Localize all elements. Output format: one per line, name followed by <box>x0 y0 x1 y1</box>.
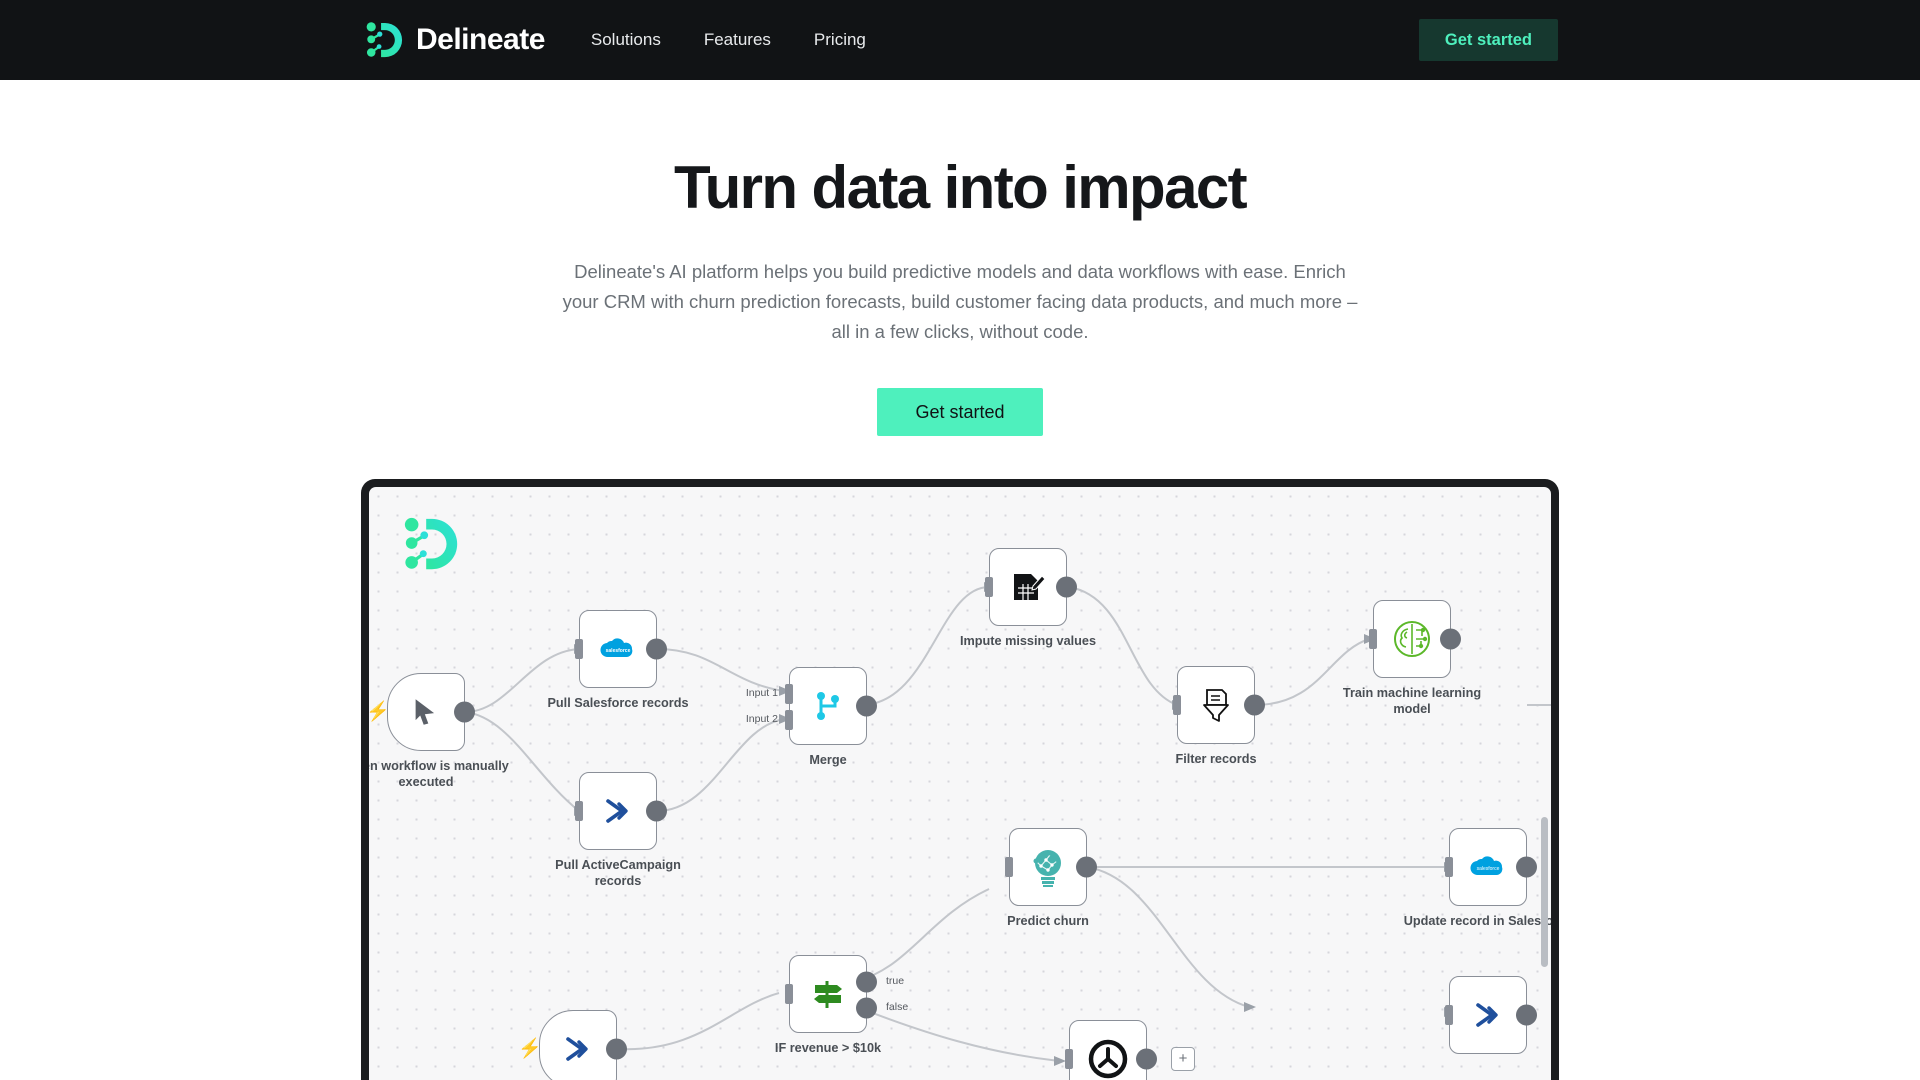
site-header: Delineate Solutions Features Pricing Get… <box>0 0 1920 80</box>
add-node-button[interactable]: + <box>1171 1047 1195 1071</box>
canvas-scrollbar[interactable] <box>1541 817 1548 967</box>
output-false-label: false <box>886 1001 909 1013</box>
node-pull-activecampaign[interactable]: Pull ActiveCampaign records <box>555 772 681 888</box>
node-input-port[interactable] <box>1005 857 1013 877</box>
header-get-started-button[interactable]: Get started <box>1418 19 1558 61</box>
node-send-activecampaign[interactable] <box>1445 976 1537 1054</box>
nav-item-pricing[interactable]: Pricing <box>814 30 866 50</box>
node-pull-salesforce[interactable]: salesforce Pull Salesforce records <box>547 610 689 710</box>
salesforce-cloud-icon: salesforce <box>1468 853 1508 881</box>
node-input-port[interactable] <box>985 577 993 597</box>
node-merge[interactable]: Input 1 Input 2 Merge <box>746 667 877 767</box>
node-train-ml-model[interactable]: Train machine learning model <box>1343 600 1481 716</box>
input-1-label: Input 1 <box>745 687 778 699</box>
hero-section: Turn data into impact Delineate's AI pla… <box>0 80 1920 437</box>
node-output-port[interactable] <box>1516 1004 1537 1026</box>
lightbulb-network-icon <box>1029 846 1067 888</box>
svg-text:salesforce: salesforce <box>1477 866 1500 872</box>
nav-item-solutions[interactable]: Solutions <box>591 30 661 50</box>
nav-item-features[interactable]: Features <box>704 30 771 50</box>
hero-get-started-button[interactable]: Get started <box>877 388 1043 437</box>
lightning-bolt-icon: ⚡ <box>369 701 390 723</box>
activecampaign-icon <box>602 797 634 825</box>
node-input-port[interactable] <box>575 639 583 659</box>
node-output-port-false[interactable] <box>856 997 877 1019</box>
output-true-label: true <box>886 975 905 987</box>
node-input-port[interactable] <box>785 984 793 1004</box>
node-output-port-true[interactable] <box>856 971 877 993</box>
node-output-port[interactable] <box>1244 694 1265 716</box>
workflow-connectors <box>464 582 1551 1066</box>
node-predict-churn[interactable]: Predict churn <box>1005 828 1097 928</box>
node-output-port[interactable] <box>1516 856 1537 878</box>
node-trigger-manual[interactable]: ⚡ When workflow is manually executed <box>369 673 509 789</box>
node-output-port[interactable] <box>606 1038 627 1060</box>
node-output-port[interactable] <box>646 800 667 822</box>
node-filter-records[interactable]: Filter records <box>1173 666 1265 766</box>
workflow-canvas[interactable]: ⚡ When workflow is manually executed sal… <box>369 487 1551 1080</box>
node-input-port[interactable] <box>1173 695 1181 715</box>
funnel-filter-icon <box>1199 687 1233 723</box>
node-input-port[interactable] <box>575 801 583 821</box>
merge-branch-icon <box>813 690 843 722</box>
node-wait-clock[interactable] <box>1065 1020 1157 1080</box>
node-input-port[interactable] <box>1065 1049 1073 1069</box>
node-input-port[interactable] <box>1369 629 1377 649</box>
node-input-port-2[interactable] <box>785 710 793 730</box>
salesforce-cloud-icon: salesforce <box>598 635 638 663</box>
spreadsheet-pencil-icon <box>1010 570 1046 604</box>
node-update-salesforce[interactable]: salesforce Update record in Salesforce <box>1404 828 1551 928</box>
node-trigger-activecampaign[interactable]: ⚡ <box>518 1010 627 1080</box>
brand-logo[interactable]: Delineate <box>364 19 545 61</box>
node-input-port[interactable] <box>1445 1005 1453 1025</box>
input-2-label: Input 2 <box>745 713 778 725</box>
node-input-port[interactable] <box>1445 857 1453 877</box>
node-output-port[interactable] <box>1056 576 1077 598</box>
main-navigation: Solutions Features Pricing <box>591 30 866 50</box>
svg-text:salesforce: salesforce <box>606 648 631 654</box>
workflow-frame: ⚡ When workflow is manually executed sal… <box>361 479 1559 1080</box>
clock-icon <box>1086 1037 1130 1080</box>
brain-circuit-icon <box>1391 618 1433 660</box>
lightning-bolt-icon: ⚡ <box>518 1038 542 1060</box>
node-impute-missing-values[interactable]: Impute missing values <box>960 548 1096 648</box>
activecampaign-icon <box>1472 1001 1504 1029</box>
page-title: Turn data into impact <box>674 154 1248 221</box>
activecampaign-icon <box>562 1035 594 1063</box>
node-output-port[interactable] <box>1440 628 1461 650</box>
node-output-port[interactable] <box>1076 856 1097 878</box>
cursor-pointer-icon <box>412 697 440 727</box>
signpost-icon <box>810 977 846 1011</box>
node-if-revenue[interactable]: true false IF revenue > $10k <box>775 955 908 1055</box>
node-output-port[interactable] <box>646 638 667 660</box>
node-output-port[interactable] <box>1136 1048 1157 1070</box>
node-output-port[interactable] <box>856 695 877 717</box>
node-output-port[interactable] <box>454 701 475 723</box>
brand-name: Delineate <box>416 23 545 56</box>
hero-subtitle: Delineate's AI platform helps you build … <box>562 261 1358 343</box>
node-input-port-1[interactable] <box>785 684 793 704</box>
delineate-logo-icon <box>364 19 406 61</box>
